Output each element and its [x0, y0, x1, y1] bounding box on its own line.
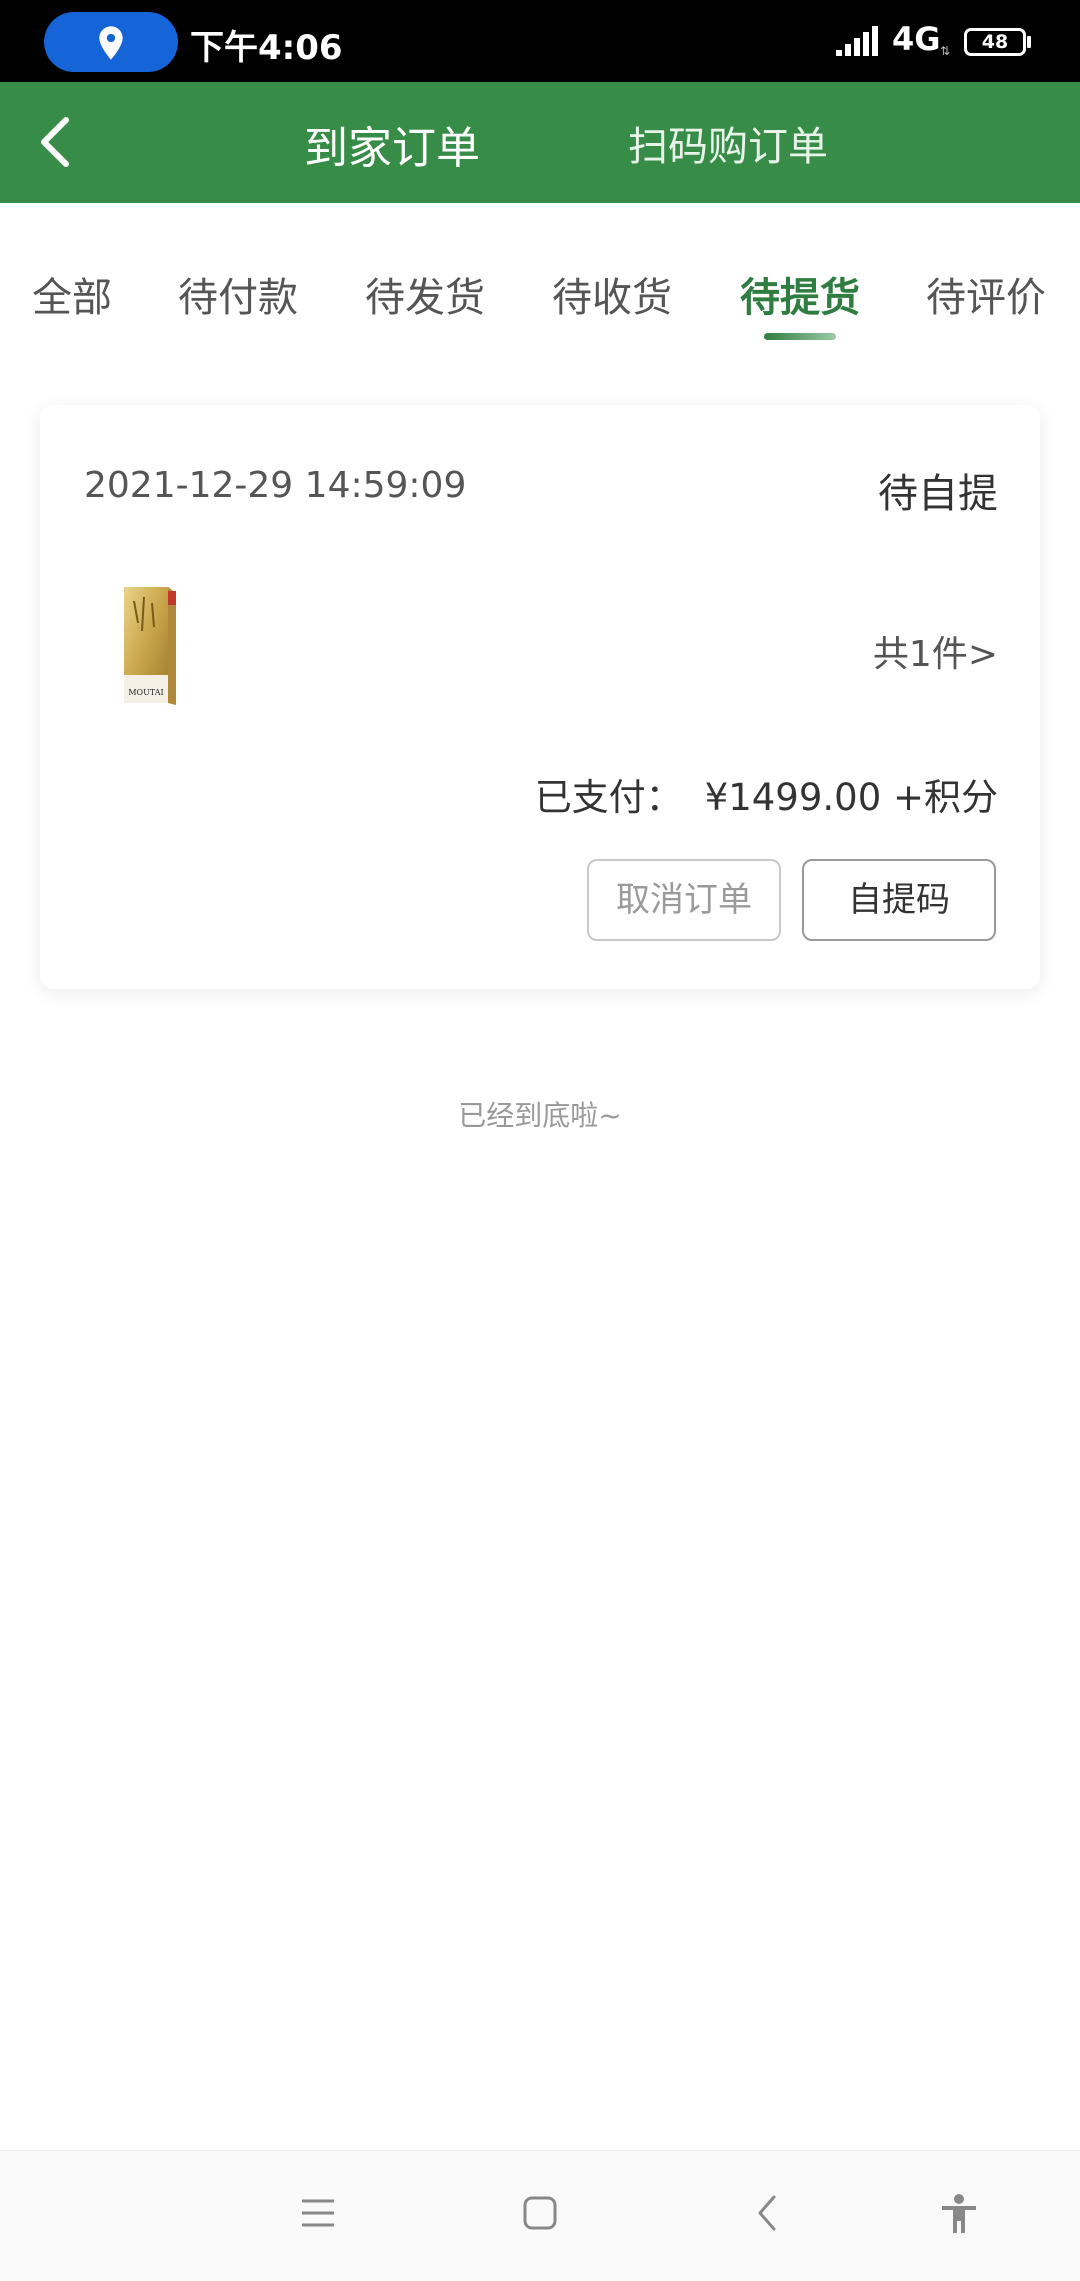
network-type: 4G — [892, 20, 941, 58]
product-image[interactable]: MOUTAI — [122, 583, 178, 707]
back-arrow-icon[interactable] — [748, 2193, 788, 2233]
battery-tip — [1027, 36, 1031, 48]
chevron-left-icon — [41, 117, 69, 167]
accessibility-icon[interactable] — [938, 2193, 980, 2235]
tab-pending-review[interactable]: 待评价 — [926, 265, 1046, 323]
cancel-order-button[interactable]: 取消订单 — [587, 859, 781, 941]
signal-strength-icon — [836, 26, 878, 56]
tab-pending-payment[interactable]: 待付款 — [178, 265, 298, 323]
order-card[interactable]: 2021-12-29 14:59:09 待自提 MOUTAI 共1件> 已支付：… — [40, 405, 1040, 989]
paid-label: 已支付： — [534, 776, 683, 819]
menu-icon[interactable] — [298, 2193, 338, 2233]
tab-pending-shipment[interactable]: 待发货 — [365, 265, 485, 323]
paid-summary: 已支付： ¥1499.00 +积分 — [535, 767, 998, 821]
product-brand: MOUTAI — [128, 688, 163, 697]
end-of-list-text: 已经到底啦~ — [458, 1099, 622, 1132]
order-status-tabs: 全部 待付款 待发货 待收货 待提货 待评价 — [0, 203, 1080, 343]
order-status: 待自提 — [878, 471, 998, 517]
tab-all[interactable]: 全部 — [32, 265, 112, 323]
paid-amount: ¥1499.00 +积分 — [704, 776, 998, 819]
location-pin-icon — [99, 26, 123, 60]
header-bar: 到家订单 扫码购订单 — [0, 82, 1080, 203]
status-bar: 下午4:06 4G ⇅ 48 — [0, 0, 1080, 82]
home-square-icon[interactable] — [520, 2193, 560, 2233]
tab-home-delivery-orders[interactable]: 到家订单 — [304, 112, 480, 176]
system-navigation-bar — [0, 2150, 1080, 2281]
active-tab-indicator — [764, 333, 836, 340]
order-time: 2021-12-29 14:59:09 — [84, 465, 467, 506]
battery-icon: 48 — [964, 28, 1026, 56]
status-time: 下午4:06 — [190, 28, 343, 68]
data-activity-icon: ⇅ — [940, 44, 951, 58]
back-button[interactable] — [26, 110, 90, 174]
tab-scan-purchase-orders[interactable]: 扫码购订单 — [628, 114, 828, 172]
location-indicator[interactable] — [44, 12, 178, 72]
tab-pending-pickup[interactable]: 待提货 — [740, 265, 860, 323]
item-count-link[interactable]: 共1件> — [873, 625, 998, 677]
pickup-code-button[interactable]: 自提码 — [802, 859, 996, 941]
tab-pending-receipt[interactable]: 待收货 — [552, 265, 672, 323]
